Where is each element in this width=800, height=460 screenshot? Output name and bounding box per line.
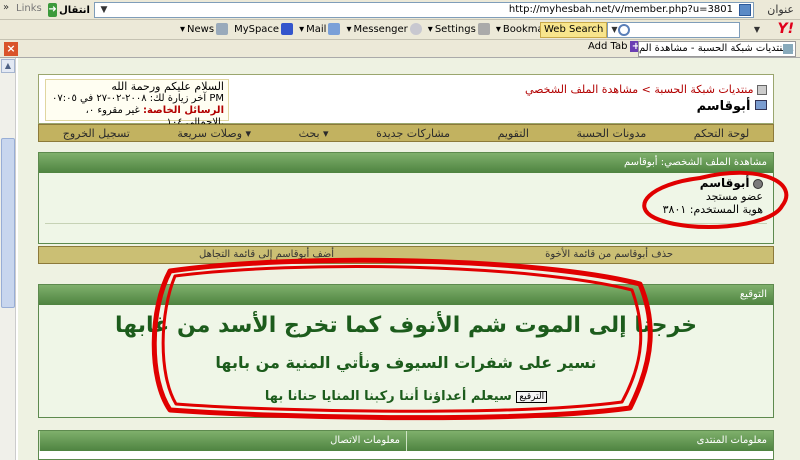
tab-bar: × Add Tab + منتديات شبكة الحسبة - مشاهدة … [0, 40, 800, 58]
address-bar-row: » Links ➜ انتقال ▼ http://myhesbah.net/v… [0, 0, 800, 20]
toolbar-items: ▾ News MySpace ▾ Mail ▾ Messenger ▾ Setti… [180, 23, 573, 35]
dropdown-arrow-icon[interactable]: ▼ [611, 25, 617, 34]
navbar: لوحة التحكم مدونات الحسبة التقويم مشاركا… [38, 124, 774, 142]
bottom-section-header: معلومات الاتصال معلومات المنتدى [39, 431, 773, 451]
toolbar-settings[interactable]: ▾ Settings [428, 23, 490, 35]
signature-line-1: خرجنا إلى الموت شم الأنوف كما تخرج الأسد… [115, 313, 697, 338]
dropdown-arrow-icon[interactable]: ▼ [98, 4, 110, 16]
scroll-up-icon[interactable]: ▲ [1, 59, 15, 73]
profile-info: أبوقاسم عضو مستجد هوية المستخدم: ٣٨٠١ [663, 177, 763, 216]
viewport: ▲ منتديات شبكة الحسبة > مشاهدة الملف الش… [0, 58, 800, 460]
user-id-value: ٣٨٠١ [662, 203, 687, 216]
welcome-box: السلام عليكم ورحمة الله آخر زيارة لك: ٢٠… [45, 79, 229, 128]
bottom-section: معلومات الاتصال معلومات المنتدى [38, 430, 774, 460]
profile-section: مشاهدة الملف الشخصي: أبوقاسم أبوقاسم عضو… [38, 152, 774, 244]
go-arrow-icon: ➜ [48, 3, 58, 17]
scroll-thumb[interactable] [1, 138, 15, 308]
signature-line-2: نسير على شفرات السيوف ونأتي المنية من با… [215, 353, 597, 372]
web-search-input[interactable]: ▼ [607, 22, 740, 38]
mail-icon [328, 23, 341, 35]
messenger-icon [409, 23, 422, 35]
signature-section-title: التوقيع [39, 285, 773, 305]
signature-line-3: سيعلم أعداؤنا أننا ركبنا المنايا حنانا ب… [39, 389, 773, 404]
nav-user-cp[interactable]: لوحة التحكم [694, 127, 749, 140]
page-title: أبوقاسم [697, 99, 767, 114]
nav-new-posts[interactable]: مشاركات جديدة [376, 127, 450, 140]
address-label: عنوان [767, 3, 794, 16]
search-icon [618, 24, 631, 36]
web-search: Web Search ▼ [540, 22, 740, 38]
signature-body: خرجنا إلى الموت شم الأنوف كما تخرج الأسد… [39, 305, 773, 417]
divider [45, 223, 767, 224]
go-label: انتقال [59, 4, 90, 16]
yahoo-dropdown-icon[interactable]: ▼ [754, 25, 760, 34]
signature-button[interactable]: الترقيع [516, 390, 548, 403]
page: منتديات شبكة الحسبة > مشاهدة الملف الشخص… [18, 58, 800, 460]
yahoo-logo[interactable]: Y! [777, 21, 794, 37]
folder-icon [757, 85, 767, 95]
remove-friend-link[interactable]: حذف أبوقاسم من قائمة الأخوة [545, 249, 673, 260]
scrollbar[interactable]: ▲ [0, 58, 16, 460]
nav-blogs[interactable]: مدونات الحسبة [576, 127, 646, 140]
tab-active[interactable]: منتديات شبكة الحسبة - مشاهدة الم... [638, 41, 796, 57]
private-messages-link[interactable]: الرسائل الخاصة: [143, 105, 224, 116]
forum-info-title: معلومات المنتدى [406, 431, 773, 451]
signature-line-3-text: سيعلم أعداؤنا أننا ركبنا المنايا حنانا ب… [264, 389, 512, 404]
profile-section-body: أبوقاسم عضو مستجد هوية المستخدم: ٣٨٠١ [39, 173, 773, 243]
address-url: http://myhesbah.net/v/member.php?u=3801 [508, 4, 733, 15]
myspace-icon [281, 23, 294, 35]
settings-icon [477, 23, 490, 35]
breadcrumb[interactable]: منتديات شبكة الحسبة > مشاهدة الملف الشخص… [525, 83, 767, 96]
profile-icon [755, 100, 767, 110]
address-input[interactable]: ▼ http://myhesbah.net/v/member.php?u=380… [94, 2, 754, 18]
tab-title: منتديات شبكة الحسبة - مشاهدة الم... [639, 43, 795, 54]
add-tab-button[interactable]: Add Tab + [588, 41, 642, 52]
profile-user-title: عضو مستجد [705, 190, 763, 203]
links-label[interactable]: Links [16, 3, 42, 14]
user-id-label: هوية المستخدم: [689, 203, 763, 216]
toolbar-messenger[interactable]: ▾ Messenger [346, 23, 422, 35]
yahoo-toolbar: ▾ News MySpace ▾ Mail ▾ Messenger ▾ Setti… [0, 20, 800, 40]
contact-info-title: معلومات الاتصال [39, 431, 406, 451]
chevron-icon[interactable]: » [3, 2, 9, 13]
toolbar-news[interactable]: ▾ News [180, 23, 229, 35]
toolbar-mail[interactable]: ▾ Mail [299, 23, 341, 35]
go-button[interactable]: ➜ انتقال [48, 2, 90, 18]
forum-header: منتديات شبكة الحسبة > مشاهدة الملف الشخص… [38, 74, 774, 128]
nav-calendar[interactable]: التقويم [498, 127, 529, 140]
status-icon [753, 179, 763, 189]
signature-section: التوقيع خرجنا إلى الموت شم الأنوف كما تخ… [38, 284, 774, 418]
nav-logout[interactable]: تسجيل الخروج [63, 127, 130, 140]
last-visit: آخر زيارة لك: ٢٠٠٨-٠٢-٢٧ في ٠٧:٠٥ PM [52, 93, 224, 104]
nav-quick-links[interactable]: وصلات سريعة ▾ [177, 127, 251, 140]
web-search-button[interactable]: Web Search [540, 22, 608, 38]
welcome-greeting: السلام عليكم ورحمة الله [111, 80, 224, 93]
favicon-icon [783, 44, 793, 54]
page-icon [739, 4, 751, 16]
nav-search[interactable]: بحث ▾ [299, 127, 329, 140]
profile-actions: حذف أبوقاسم من قائمة الأخوة أضف أبوقاسم … [38, 246, 774, 264]
ignore-user-link[interactable]: أضف أبوقاسم إلى قائمة التجاهل [199, 249, 334, 260]
news-icon [216, 23, 229, 35]
close-tab-icon[interactable]: × [4, 42, 18, 56]
profile-section-title: مشاهدة الملف الشخصي: أبوقاسم [39, 153, 773, 173]
profile-username: أبوقاسم [699, 176, 750, 190]
toolbar-myspace[interactable]: MySpace [234, 23, 294, 35]
